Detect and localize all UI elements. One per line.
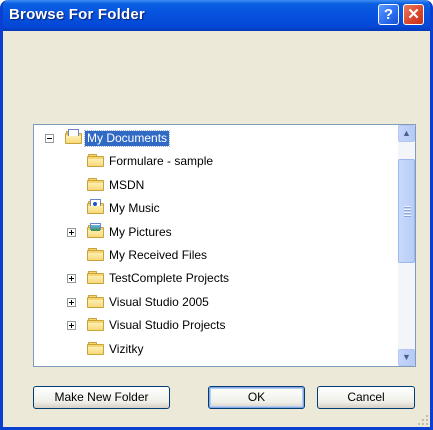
tree-item[interactable]: MSDN: [34, 174, 394, 197]
dialog-title: Browse For Folder: [9, 6, 145, 23]
folder-tree[interactable]: My Documents Formulare - sample MSDN My Mus…: [33, 124, 416, 367]
title-bar[interactable]: Browse For Folder ? ✕: [3, 0, 430, 31]
cancel-label: Cancel: [347, 390, 385, 404]
expander-vertical-stroke: [71, 229, 72, 235]
tree-item-label: Vizitky: [109, 341, 144, 356]
folder-icon: [87, 154, 104, 168]
folder-front-shape: [88, 346, 103, 354]
folder-front-shape: [88, 206, 103, 214]
grip-dot: [422, 423, 424, 425]
tree-item[interactable]: My Received Files: [34, 244, 394, 267]
grip-line: [404, 212, 411, 214]
folder-icon: [87, 294, 104, 308]
tree-item-label: MSDN: [109, 177, 145, 192]
resize-grip[interactable]: [417, 414, 429, 426]
folder-icon: [87, 271, 104, 285]
tree-item[interactable]: Vizitky: [34, 338, 394, 361]
expand-icon[interactable]: [67, 297, 76, 307]
folder-front-shape: [88, 299, 103, 307]
close-button[interactable]: ✕: [403, 4, 424, 25]
tree-item-label: My Received Files: [109, 248, 208, 262]
expander-vertical-stroke: [71, 299, 72, 305]
tree-item[interactable]: My Documents: [34, 127, 394, 150]
tree-item[interactable]: My Music: [34, 197, 394, 220]
grip-dot: [426, 419, 428, 421]
folder-front-shape: [66, 136, 81, 143]
browse-for-folder-dialog: Browse For Folder ? ✕ My Documents Formul…: [0, 0, 433, 430]
tree-item-label: TestComplete Projects: [109, 271, 230, 286]
tree-item-label: Visual Studio Projects: [109, 318, 226, 333]
expander-vertical-stroke: [71, 323, 72, 329]
ok-button[interactable]: OK: [208, 386, 305, 409]
expand-icon[interactable]: [67, 274, 76, 284]
folder-icon: [87, 177, 104, 191]
tree-item[interactable]: Formulare - sample: [34, 150, 394, 173]
grip-dot: [418, 423, 420, 425]
expand-icon[interactable]: [67, 227, 76, 237]
make-new-folder-label: Make New Folder: [54, 390, 149, 404]
tree-item[interactable]: Visual Studio Projects: [34, 314, 394, 337]
scroll-up-button[interactable]: ▲: [398, 125, 415, 142]
expand-icon[interactable]: [67, 321, 76, 331]
tree-item-label: My Music: [109, 201, 160, 216]
tree-item[interactable]: Visual Studio 2005: [34, 291, 394, 314]
chevron-down-icon: ▼: [402, 352, 411, 362]
expander-horizontal-stroke: [47, 138, 52, 139]
tree-item[interactable]: TestComplete Projects: [34, 267, 394, 290]
picture-shape: [91, 224, 100, 231]
tree-item[interactable]: My Pictures: [34, 221, 394, 244]
folder-front-shape: [88, 159, 103, 167]
cancel-button[interactable]: Cancel: [317, 386, 415, 409]
make-new-folder-button[interactable]: Make New Folder: [33, 386, 170, 409]
chevron-up-icon: ▲: [402, 128, 411, 138]
grip-dot: [426, 423, 428, 425]
documents-folder-icon: [65, 129, 82, 144]
tree-item-label: My Documents: [83, 130, 171, 147]
pictures-folder-icon: [87, 222, 104, 238]
tree-item-label: My Pictures: [109, 224, 172, 239]
music-folder-icon: [87, 199, 104, 215]
help-icon: ?: [383, 6, 394, 23]
grip-line: [404, 215, 411, 217]
expander-vertical-stroke: [71, 276, 72, 282]
folder-front-shape: [88, 253, 103, 260]
close-icon: ✕: [407, 6, 420, 23]
folder-front-shape: [88, 276, 103, 284]
help-button[interactable]: ?: [378, 4, 399, 25]
grip-dot: [426, 415, 428, 417]
folder-front-shape: [88, 323, 103, 331]
collapse-icon[interactable]: [45, 134, 54, 143]
folder-icon: [87, 318, 104, 332]
grip-line: [404, 209, 411, 211]
vertical-scrollbar[interactable]: ▲ ▼: [398, 125, 415, 366]
scrollbar-thumb[interactable]: [398, 159, 415, 263]
tree-item-label: Formulare - sample: [109, 154, 214, 169]
folder-icon: [87, 248, 104, 261]
ok-label: OK: [247, 390, 266, 404]
folder-front-shape: [88, 229, 103, 237]
folder-front-shape: [88, 182, 103, 190]
grip-line: [404, 206, 411, 208]
tree-item-label: Visual Studio 2005: [109, 294, 209, 309]
scroll-down-button[interactable]: ▼: [398, 349, 415, 366]
folder-icon: [87, 341, 104, 355]
grip-dot: [422, 419, 424, 421]
